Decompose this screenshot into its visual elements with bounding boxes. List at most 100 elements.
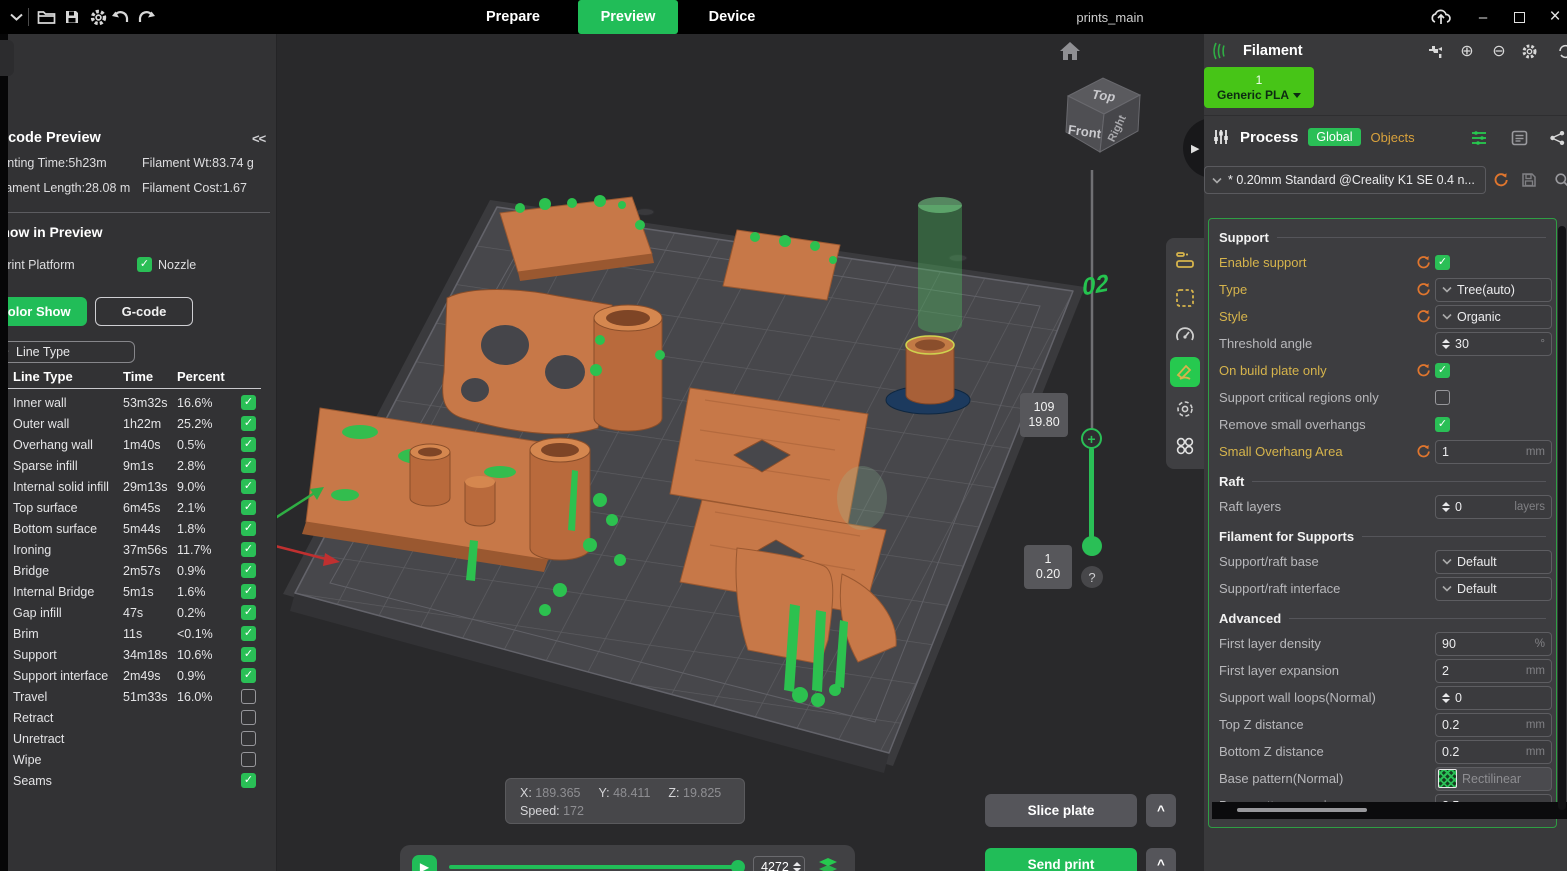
quality-icon[interactable] — [1170, 246, 1200, 276]
cooling-icon[interactable] — [1170, 394, 1200, 424]
purge-faucet-icon[interactable] — [1426, 42, 1444, 60]
setting-dropdown[interactable]: Default — [1435, 550, 1552, 574]
setting-checkbox[interactable]: ✓ — [1435, 255, 1450, 270]
color-show-button[interactable]: Color Show — [8, 297, 87, 326]
cloud-upload-icon[interactable] — [1426, 0, 1456, 34]
slice-plate-button[interactable]: Slice plate — [985, 794, 1137, 827]
line-type-visibility-checkbox[interactable]: ✓ — [241, 416, 256, 431]
line-type-visibility-checkbox[interactable]: ✓ — [241, 668, 256, 683]
add-filament-icon[interactable]: ⊕ — [1458, 42, 1476, 60]
collapse-panel-button[interactable]: << — [252, 131, 265, 146]
line-type-visibility-checkbox[interactable]: ✓ — [241, 437, 256, 452]
horizontal-scrollbar[interactable] — [1212, 802, 1567, 819]
line-type-visibility-checkbox[interactable]: ✓ — [241, 479, 256, 494]
line-type-visibility-checkbox[interactable]: ✓ — [241, 563, 256, 578]
play-button[interactable]: ▶ — [412, 855, 437, 871]
setting-dropdown[interactable]: Organic — [1435, 305, 1552, 329]
stepper-arrows-icon[interactable] — [1442, 502, 1450, 512]
orientation-cube[interactable]: Top Front Right — [1056, 70, 1148, 160]
setting-checkbox[interactable]: ✓ — [1435, 363, 1450, 378]
line-type-visibility-checkbox[interactable]: ✓ — [241, 626, 256, 641]
others-icon[interactable] — [1170, 431, 1200, 461]
step-up-icon[interactable] — [793, 862, 801, 866]
filament-settings-gear-icon[interactable] — [1520, 42, 1538, 60]
progress-slider[interactable] — [449, 865, 741, 869]
support-icon[interactable] — [1170, 357, 1200, 387]
stepper-arrows-icon[interactable] — [1442, 339, 1450, 349]
line-type-visibility-checkbox[interactable] — [241, 752, 256, 767]
line-type-visibility-checkbox[interactable]: ✓ — [241, 521, 256, 536]
param-table-icon[interactable] — [1510, 129, 1528, 147]
line-type-visibility-checkbox[interactable]: ✓ — [241, 542, 256, 557]
search-settings-icon[interactable] — [1553, 171, 1567, 189]
line-type-visibility-checkbox[interactable] — [241, 731, 256, 746]
redo-icon[interactable] — [136, 7, 156, 27]
nozzle-checkbox[interactable]: ✓ — [137, 257, 152, 272]
setting-input[interactable]: 90% — [1435, 632, 1552, 656]
setting-checkbox[interactable] — [1435, 390, 1450, 405]
reset-icon[interactable] — [1416, 255, 1431, 270]
help-button[interactable]: ? — [1081, 566, 1103, 588]
send-options-caret-button[interactable]: ^ — [1146, 848, 1176, 871]
setting-pattern[interactable]: Rectilinear — [1435, 767, 1552, 791]
line-type-visibility-checkbox[interactable]: ✓ — [241, 584, 256, 599]
progress-slider-thumb[interactable] — [731, 860, 745, 871]
setting-dropdown[interactable]: Tree(auto) — [1435, 278, 1552, 302]
param-list-icon[interactable] — [1470, 129, 1488, 147]
line-type-visibility-checkbox[interactable]: ✓ — [241, 458, 256, 473]
setting-checkbox[interactable]: ✓ — [1435, 417, 1450, 432]
scope-objects-tab[interactable]: Objects — [1371, 130, 1415, 145]
filament-slot-card[interactable]: 1 Generic PLA — [1204, 67, 1314, 108]
left-edge-tab[interactable] — [0, 40, 14, 76]
line-type-visibility-checkbox[interactable]: ✓ — [241, 773, 256, 788]
print-platform-option[interactable]: Print Platform — [8, 257, 75, 272]
tab-device[interactable]: Device — [700, 0, 764, 34]
setting-stepper[interactable]: 0 — [1435, 686, 1552, 710]
minimize-icon[interactable]: – — [1468, 0, 1498, 34]
setting-stepper[interactable]: 0layers — [1435, 495, 1552, 519]
layer-slider-active-track[interactable] — [1089, 448, 1094, 538]
vertical-scrollbar[interactable] — [1558, 226, 1566, 810]
save-icon[interactable] — [62, 7, 82, 27]
line-type-visibility-checkbox[interactable] — [241, 710, 256, 725]
reset-icon[interactable] — [1416, 282, 1431, 297]
stepper-arrows-icon[interactable] — [1442, 693, 1450, 703]
maximize-icon[interactable] — [1504, 0, 1534, 34]
setting-input[interactable]: 2mm — [1435, 659, 1552, 683]
horizontal-scrollbar-thumb[interactable] — [1237, 808, 1367, 812]
setting-stepper[interactable]: 30° — [1435, 332, 1552, 356]
step-spinner[interactable]: 4272 — [753, 856, 805, 871]
open-folder-icon[interactable] — [36, 7, 56, 27]
sync-icon[interactable] — [1556, 42, 1567, 60]
layers-icon[interactable] — [817, 856, 839, 871]
line-type-dropdown[interactable]: Line Type — [8, 341, 135, 363]
home-view-icon[interactable] — [1058, 40, 1082, 67]
speed-gauge-icon[interactable] — [1170, 320, 1200, 350]
settings-gear-icon[interactable] — [88, 7, 108, 27]
line-type-visibility-checkbox[interactable]: ✓ — [241, 395, 256, 410]
layer-slider-top-handle[interactable]: + — [1081, 428, 1102, 449]
setting-input[interactable]: 0.2mm — [1435, 740, 1552, 764]
line-type-visibility-checkbox[interactable] — [241, 689, 256, 704]
undo-icon[interactable] — [110, 7, 130, 27]
reset-preset-icon[interactable] — [1492, 171, 1510, 189]
nozzle-option[interactable]: ✓ Nozzle — [137, 257, 196, 272]
setting-input[interactable]: 1mm — [1435, 440, 1552, 464]
strength-plate-icon[interactable] — [1170, 283, 1200, 313]
setting-input[interactable]: 0.2mm — [1435, 713, 1552, 737]
tab-preview[interactable]: Preview — [578, 0, 678, 34]
reset-icon[interactable] — [1416, 309, 1431, 324]
send-print-button[interactable]: Send print — [985, 848, 1137, 871]
setting-dropdown[interactable]: Default — [1435, 577, 1552, 601]
gcode-button[interactable]: G-code — [95, 297, 193, 326]
line-type-visibility-checkbox[interactable]: ✓ — [241, 500, 256, 515]
scope-global-tab[interactable]: Global — [1308, 128, 1360, 146]
chevron-down-icon[interactable] — [6, 7, 26, 27]
compare-share-icon[interactable] — [1548, 129, 1566, 147]
close-icon[interactable]: × — [1540, 0, 1567, 34]
process-preset-dropdown[interactable]: * 0.20mm Standard @Creality K1 SE 0.4 n.… — [1204, 166, 1486, 194]
line-type-visibility-checkbox[interactable]: ✓ — [241, 647, 256, 662]
reset-icon[interactable] — [1416, 444, 1431, 459]
save-preset-icon[interactable] — [1520, 171, 1538, 189]
layer-slider-bottom-handle[interactable] — [1082, 536, 1102, 556]
